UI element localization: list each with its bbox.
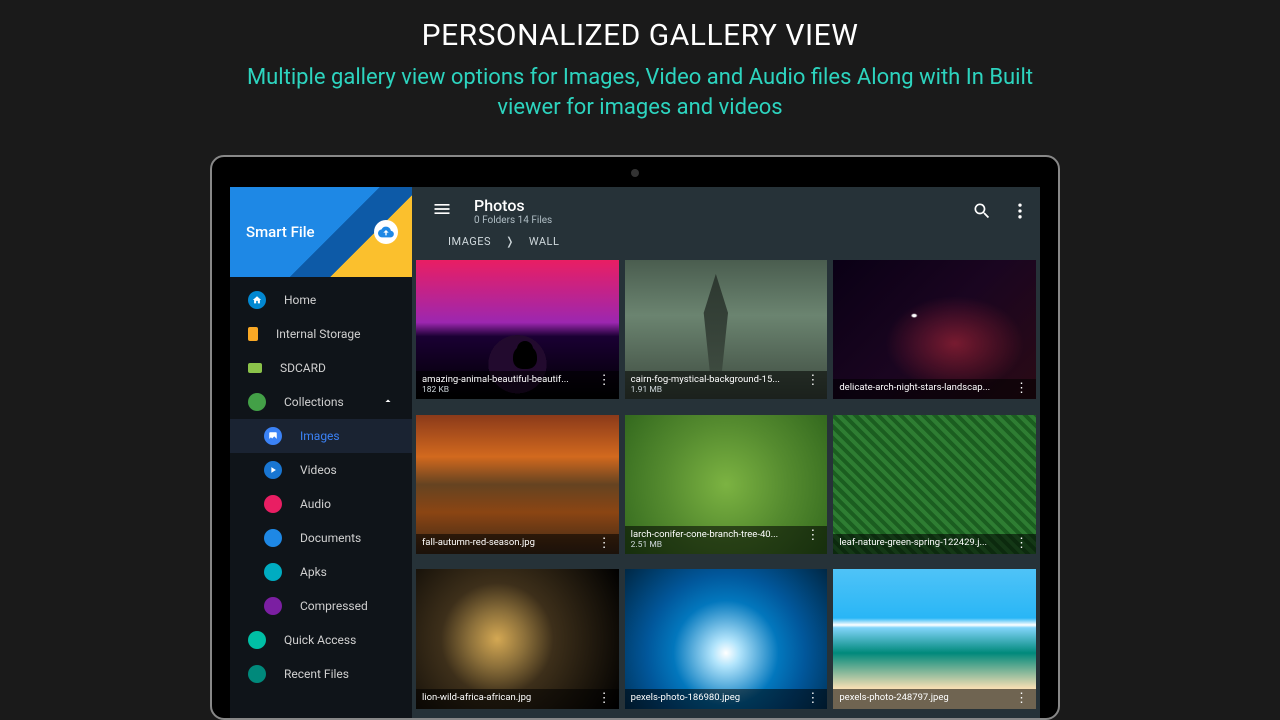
item-more-icon[interactable]: ⋮ bbox=[1013, 382, 1030, 395]
thumbnail-tile[interactable]: fall-autumn-red-season.jpg⋮ bbox=[416, 415, 619, 554]
file-name: lion-wild-africa-african.jpg bbox=[422, 692, 596, 703]
breadcrumb-item[interactable]: IMAGES bbox=[448, 235, 491, 248]
breadcrumb-item[interactable]: WALL bbox=[529, 235, 560, 248]
main-panel: Photos 0 Folders 14 Files IMAGES ❭ WALL … bbox=[412, 187, 1040, 718]
item-more-icon[interactable]: ⋮ bbox=[804, 529, 821, 542]
file-name: pexels-photo-248797.jpeg bbox=[839, 692, 1013, 703]
thumbnail-grid: amazing-animal-beautiful-beautif...182 K… bbox=[412, 260, 1040, 718]
chevron-right-icon: ❭ bbox=[505, 235, 515, 248]
thumbnail-meta: pexels-photo-248797.jpeg⋮ bbox=[833, 689, 1036, 709]
nav-label: Images bbox=[300, 429, 340, 443]
file-size: 182 KB bbox=[422, 385, 596, 395]
nav-label: Recent Files bbox=[284, 667, 349, 681]
nav-label: Apks bbox=[300, 565, 327, 579]
thumbnail-meta: lion-wild-africa-african.jpg⋮ bbox=[416, 689, 619, 709]
item-more-icon[interactable]: ⋮ bbox=[1013, 537, 1030, 550]
file-name: leaf-nature-green-spring-122429.j... bbox=[839, 537, 1013, 548]
sidebar-item-images[interactable]: Images bbox=[230, 419, 412, 453]
compressed-icon bbox=[264, 597, 282, 615]
nav-label: Audio bbox=[300, 497, 331, 511]
thumbnail-meta: leaf-nature-green-spring-122429.j...⋮ bbox=[833, 534, 1036, 554]
promo-title: PERSONALIZED GALLERY VIEW bbox=[0, 18, 1280, 53]
brand-header: Smart File bbox=[230, 187, 412, 277]
thumbnail-tile[interactable]: leaf-nature-green-spring-122429.j...⋮ bbox=[833, 415, 1036, 554]
breadcrumb: IMAGES ❭ WALL bbox=[412, 235, 1040, 260]
storage-icon bbox=[248, 327, 258, 341]
videos-icon bbox=[264, 461, 282, 479]
page-title: Photos bbox=[474, 196, 954, 215]
images-icon bbox=[264, 427, 282, 445]
device-frame: Smart File Home Internal Storage SDCARD bbox=[210, 155, 1060, 720]
sidebar: Smart File Home Internal Storage SDCARD bbox=[230, 187, 412, 718]
home-icon bbox=[248, 291, 266, 309]
apks-icon bbox=[264, 563, 282, 581]
collections-icon bbox=[248, 393, 266, 411]
sidebar-item-home[interactable]: Home bbox=[230, 283, 412, 317]
sidebar-item-apks[interactable]: Apks bbox=[230, 555, 412, 589]
nav-label: Internal Storage bbox=[276, 327, 361, 341]
thumbnail-meta: amazing-animal-beautiful-beautif...182 K… bbox=[416, 371, 619, 399]
file-name: fall-autumn-red-season.jpg bbox=[422, 537, 596, 548]
sidebar-item-recent[interactable]: Recent Files bbox=[230, 657, 412, 691]
nav-label: Documents bbox=[300, 531, 361, 545]
file-name: larch-conifer-cone-branch-tree-40... bbox=[631, 529, 805, 540]
file-name: amazing-animal-beautiful-beautif... bbox=[422, 374, 596, 385]
sidebar-item-documents[interactable]: Documents bbox=[230, 521, 412, 555]
item-more-icon[interactable]: ⋮ bbox=[596, 537, 613, 550]
nav-label: SDCARD bbox=[280, 361, 326, 375]
promo-subtitle: Multiple gallery view options for Images… bbox=[220, 63, 1060, 122]
item-more-icon[interactable]: ⋮ bbox=[596, 374, 613, 387]
thumbnail-meta: larch-conifer-cone-branch-tree-40...2.51… bbox=[625, 526, 828, 554]
thumbnail-meta: fall-autumn-red-season.jpg⋮ bbox=[416, 534, 619, 554]
search-icon[interactable] bbox=[972, 201, 992, 221]
nav-label: Home bbox=[284, 293, 316, 307]
sidebar-item-internal[interactable]: Internal Storage bbox=[230, 317, 412, 351]
thumbnail-meta: cairn-fog-mystical-background-15...1.91 … bbox=[625, 371, 828, 399]
sidebar-item-compressed[interactable]: Compressed bbox=[230, 589, 412, 623]
thumbnail-tile[interactable]: larch-conifer-cone-branch-tree-40...2.51… bbox=[625, 415, 828, 554]
file-name: pexels-photo-186980.jpeg bbox=[631, 692, 805, 703]
thumbnail-tile[interactable]: delicate-arch-night-stars-landscap...⋮ bbox=[833, 260, 1036, 399]
menu-icon[interactable] bbox=[432, 199, 452, 223]
thumbnail-tile[interactable]: amazing-animal-beautiful-beautif...182 K… bbox=[416, 260, 619, 399]
toolbar: Photos 0 Folders 14 Files bbox=[412, 187, 1040, 235]
thumbnail-meta: delicate-arch-night-stars-landscap...⋮ bbox=[833, 379, 1036, 399]
thumbnail-tile[interactable]: pexels-photo-186980.jpeg⋮ bbox=[625, 569, 828, 708]
thumbnail-tile[interactable]: lion-wild-africa-african.jpg⋮ bbox=[416, 569, 619, 708]
item-more-icon[interactable]: ⋮ bbox=[804, 692, 821, 705]
more-icon[interactable] bbox=[1010, 201, 1030, 221]
sidebar-item-quick[interactable]: Quick Access bbox=[230, 623, 412, 657]
file-name: cairn-fog-mystical-background-15... bbox=[631, 374, 805, 385]
thumbnail-tile[interactable]: cairn-fog-mystical-background-15...1.91 … bbox=[625, 260, 828, 399]
page-subtitle: 0 Folders 14 Files bbox=[474, 215, 954, 226]
camera-dot bbox=[631, 169, 639, 177]
nav-label: Collections bbox=[284, 395, 344, 409]
sdcard-icon bbox=[248, 363, 262, 373]
nav-label: Videos bbox=[300, 463, 337, 477]
item-more-icon[interactable]: ⋮ bbox=[596, 692, 613, 705]
sidebar-item-collections[interactable]: Collections bbox=[230, 385, 412, 419]
file-name: delicate-arch-night-stars-landscap... bbox=[839, 382, 1013, 393]
documents-icon bbox=[264, 529, 282, 547]
star-icon bbox=[248, 631, 266, 649]
sidebar-item-sdcard[interactable]: SDCARD bbox=[230, 351, 412, 385]
sidebar-item-videos[interactable]: Videos bbox=[230, 453, 412, 487]
thumbnail-meta: pexels-photo-186980.jpeg⋮ bbox=[625, 689, 828, 709]
item-more-icon[interactable]: ⋮ bbox=[1013, 692, 1030, 705]
nav-label: Compressed bbox=[300, 599, 368, 613]
audio-icon bbox=[264, 495, 282, 513]
sidebar-item-audio[interactable]: Audio bbox=[230, 487, 412, 521]
brand-name: Smart File bbox=[246, 223, 315, 241]
chevron-up-icon bbox=[382, 395, 394, 410]
clock-icon bbox=[248, 665, 266, 683]
nav-label: Quick Access bbox=[284, 633, 356, 647]
item-more-icon[interactable]: ⋮ bbox=[804, 374, 821, 387]
file-size: 2.51 MB bbox=[631, 540, 805, 550]
cloud-upload-icon[interactable] bbox=[374, 220, 398, 244]
file-size: 1.91 MB bbox=[631, 385, 805, 395]
thumbnail-tile[interactable]: pexels-photo-248797.jpeg⋮ bbox=[833, 569, 1036, 708]
